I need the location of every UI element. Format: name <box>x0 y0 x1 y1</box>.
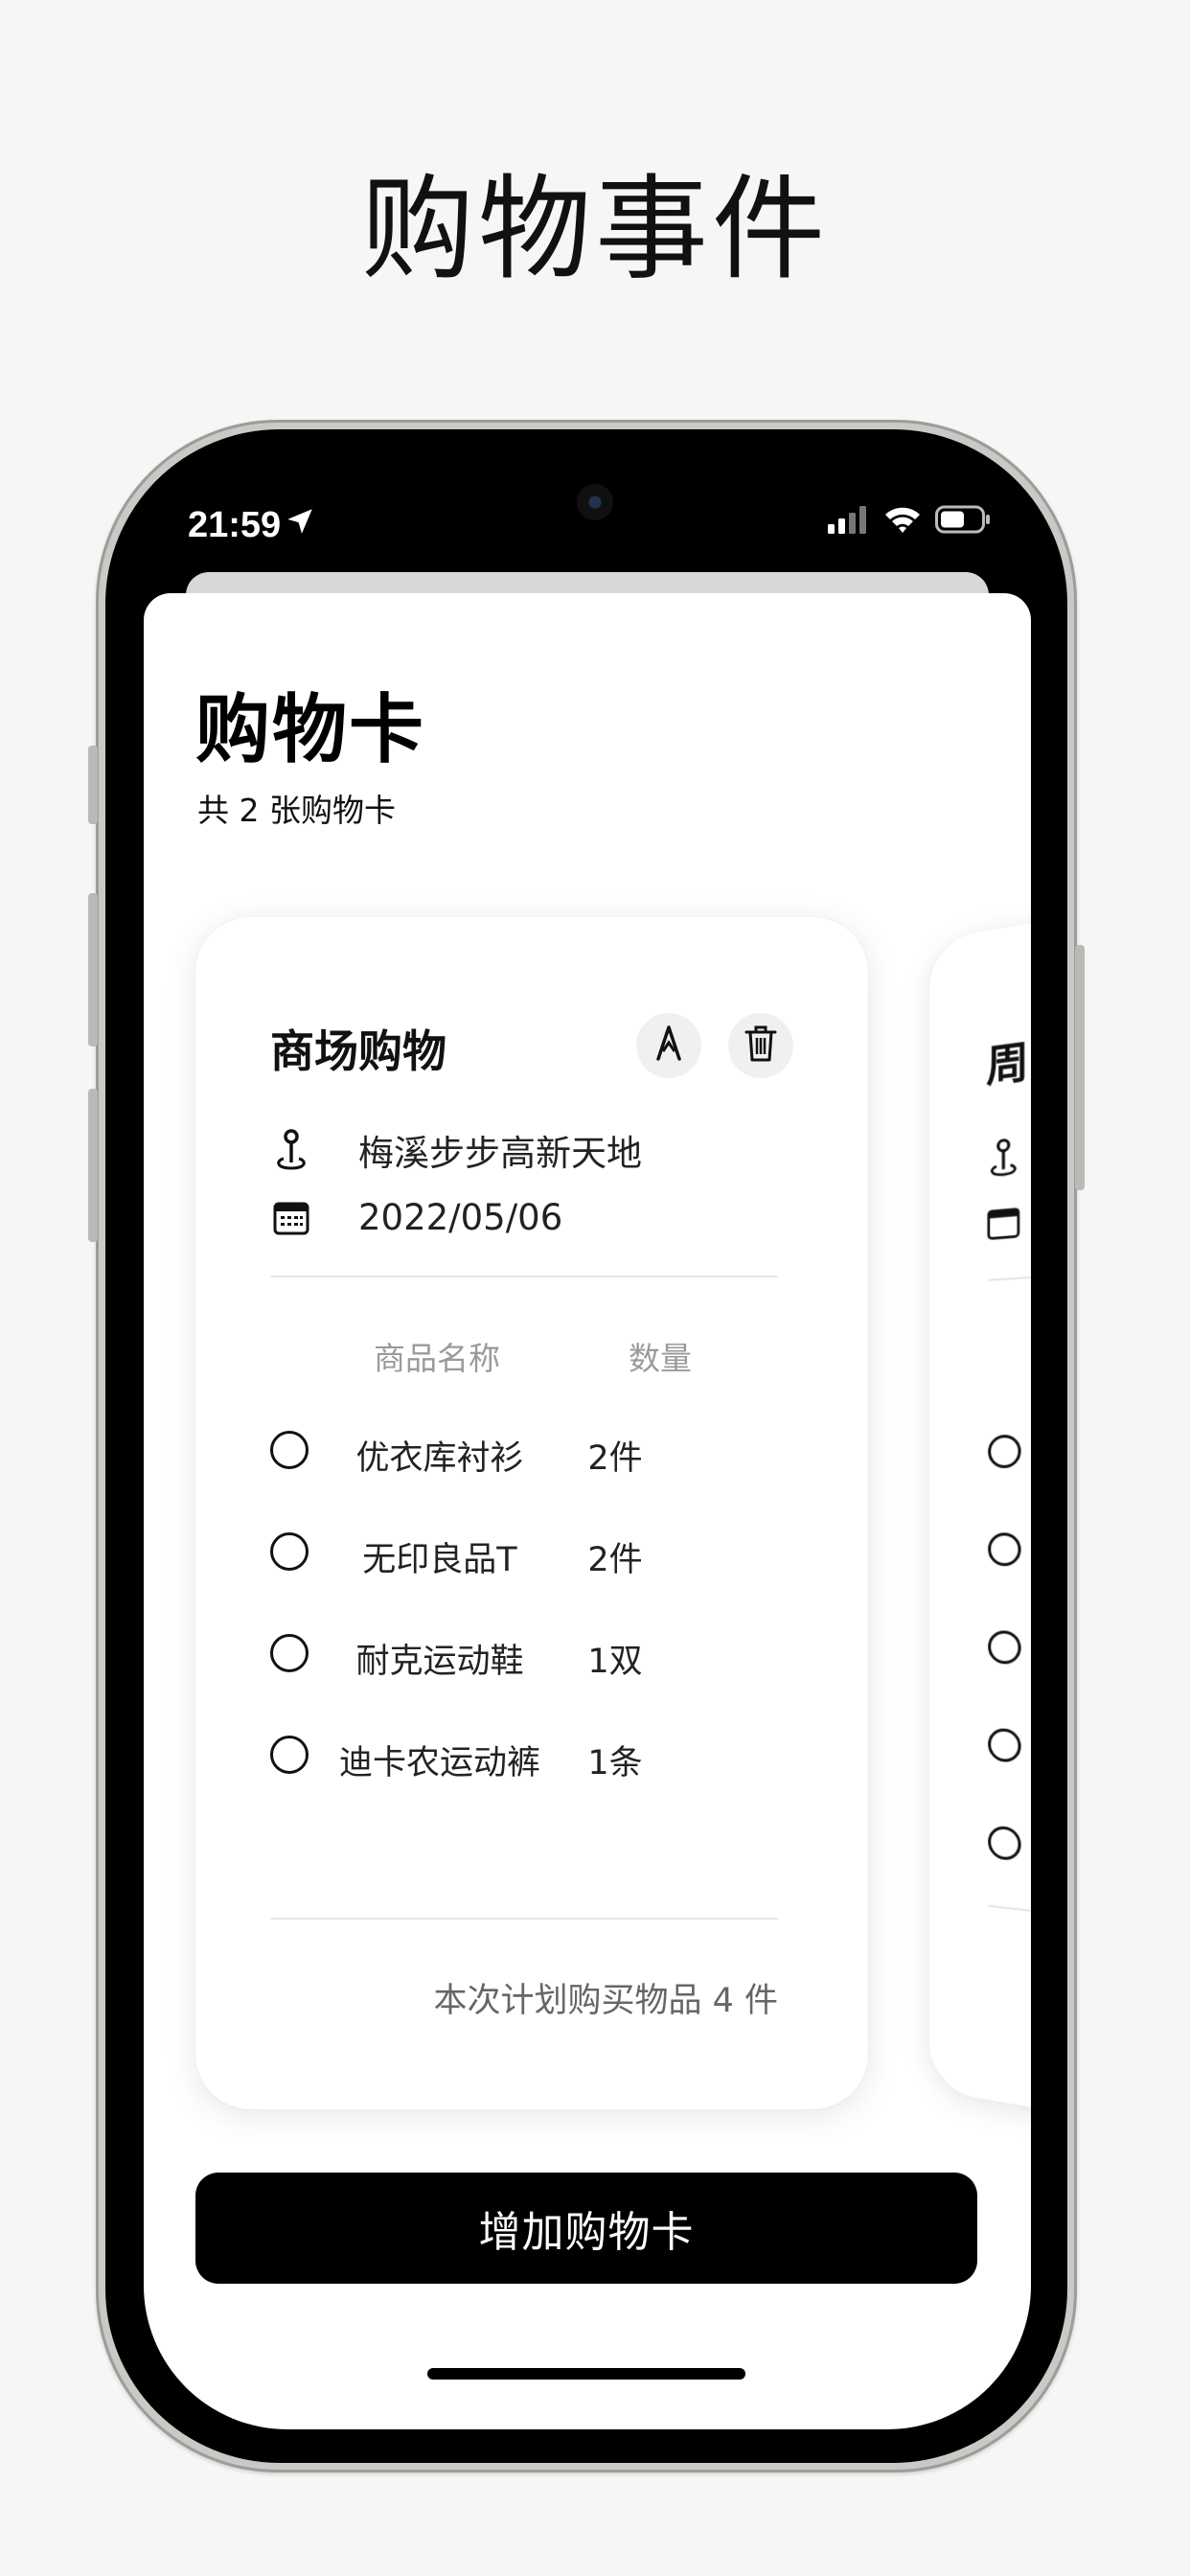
card-date: 2022/05/06 <box>358 1197 563 1238</box>
card-location: 梅溪步步高新天地 <box>358 1133 642 1174</box>
cellular-signal-icon <box>828 505 870 538</box>
column-header-qty: 数量 <box>629 1340 692 1377</box>
item-qty: 2件 <box>587 1541 643 1579</box>
trash-icon <box>744 1024 778 1068</box>
date-row: 2022/05/06 <box>270 1197 562 1238</box>
map-pin-icon <box>270 1128 312 1172</box>
item-name: 无印良品T <box>362 1541 517 1579</box>
column-header-name: 商品名称 <box>374 1340 500 1377</box>
item-checkbox[interactable] <box>988 1727 1021 1763</box>
item-name: 耐克运动鞋 <box>355 1643 524 1681</box>
list-item[interactable]: 优衣库衬衫 2件 <box>270 1421 749 1479</box>
item-checkbox[interactable] <box>988 1532 1021 1567</box>
shopping-card-next[interactable]: 周 <box>929 889 1031 2141</box>
phone-screen: 21:59 购物卡 共 2 张购物卡 商场购物 梅溪步步高新天地 2022/05… <box>144 455 1031 2429</box>
item-checkbox[interactable] <box>988 1825 1021 1862</box>
shopping-card-sheet: 购物卡 共 2 张购物卡 商场购物 梅溪步步高新天地 2022/05/06 商品… <box>144 593 1031 2429</box>
item-qty: 1双 <box>587 1643 643 1681</box>
front-camera <box>577 484 613 520</box>
map-pin-icon <box>986 1136 1020 1184</box>
add-card-button[interactable]: 增加购物卡 <box>195 2173 977 2284</box>
pen-nib-icon <box>652 1024 685 1067</box>
home-indicator[interactable] <box>427 2368 745 2380</box>
battery-icon <box>935 505 991 538</box>
list-item[interactable]: 迪卡农运动裤 1条 <box>270 1726 749 1783</box>
card-count-subtitle: 共 2 张购物卡 <box>197 792 396 829</box>
status-time: 21:59 <box>188 505 282 545</box>
list-item[interactable]: 无印良品T 2件 <box>270 1523 749 1580</box>
item-name: 迪卡农运动裤 <box>338 1744 540 1782</box>
shopping-card[interactable]: 商场购物 梅溪步步高新天地 2022/05/06 商品名称 数量 优衣库衬衫 2… <box>195 917 868 2109</box>
location-row: 梅溪步步高新天地 <box>270 1124 642 1176</box>
item-checkbox[interactable] <box>270 1736 309 1774</box>
phone-side-button <box>1075 945 1085 1190</box>
card-title: 商场购物 <box>270 1025 446 1077</box>
phone-side-button <box>88 1089 98 1242</box>
phone-side-button <box>88 893 98 1046</box>
item-qty: 2件 <box>587 1439 643 1478</box>
item-checkbox[interactable] <box>270 1634 309 1672</box>
calendar-icon <box>270 1199 312 1237</box>
card-title: 周 <box>986 1037 1029 1092</box>
calendar-icon <box>986 1205 1020 1247</box>
item-checkbox[interactable] <box>270 1431 309 1469</box>
card-item-total: 本次计划购买物品 4 件 <box>433 1982 778 2020</box>
page-title: 购物卡 <box>195 687 426 773</box>
item-checkbox[interactable] <box>988 1434 1021 1469</box>
status-indicators <box>828 505 991 538</box>
wifi-icon <box>883 505 922 538</box>
card-divider <box>988 1262 1031 1281</box>
card-divider <box>270 1918 778 1920</box>
item-checkbox[interactable] <box>270 1532 309 1571</box>
list-item[interactable]: 耐克运动鞋 1双 <box>270 1624 749 1682</box>
item-checkbox[interactable] <box>988 1629 1021 1666</box>
card-divider <box>270 1276 778 1277</box>
edit-card-button[interactable] <box>636 1013 701 1078</box>
location-arrow-icon <box>284 505 316 541</box>
delete-card-button[interactable] <box>728 1013 793 1078</box>
item-name: 优衣库衬衫 <box>355 1439 524 1478</box>
phone-side-button <box>88 746 98 824</box>
card-divider <box>988 1904 1031 1935</box>
promo-title: 购物事件 <box>360 163 829 295</box>
item-qty: 1条 <box>587 1744 643 1782</box>
